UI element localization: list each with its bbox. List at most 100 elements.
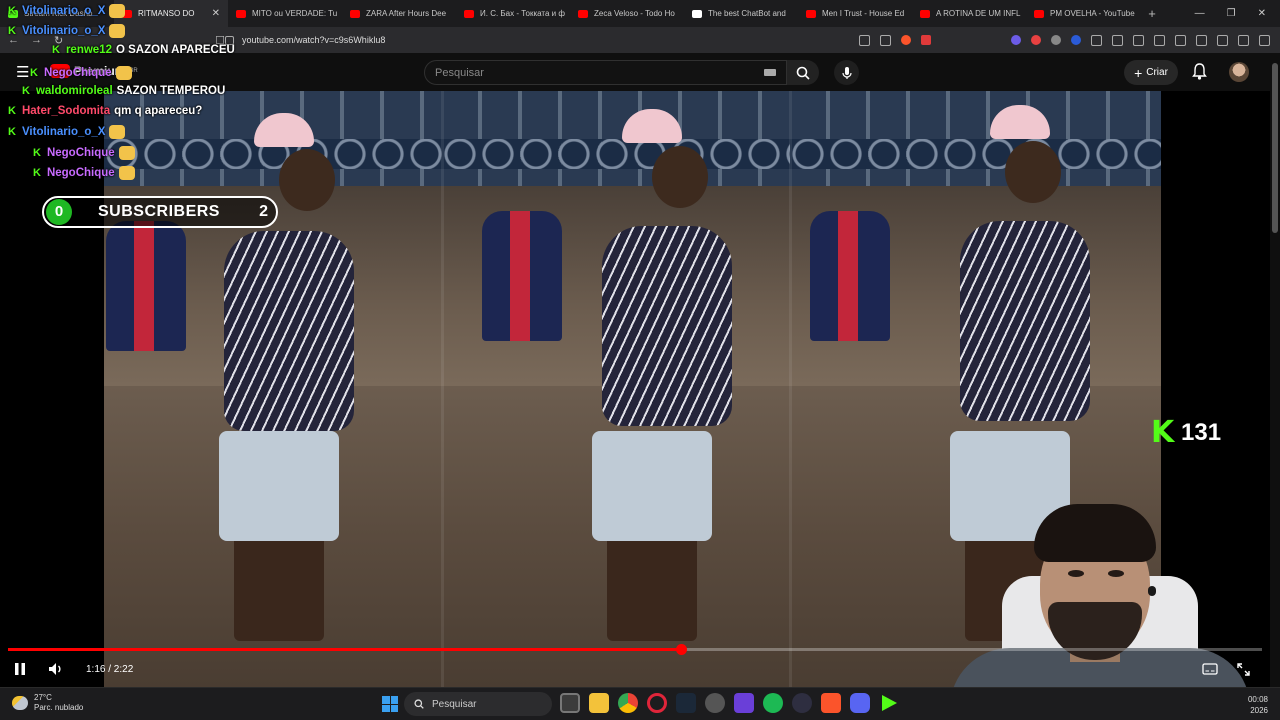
pause-icon	[15, 663, 25, 675]
search-icon	[796, 66, 810, 80]
system-clock[interactable]: 00:08 2026	[1248, 694, 1268, 716]
weather-temperature: 27°C	[34, 693, 52, 702]
chrome-icon[interactable]	[618, 693, 638, 713]
file-explorer-icon[interactable]	[589, 693, 609, 713]
app-grid-icon[interactable]	[734, 693, 754, 713]
brave-rewards-icon[interactable]	[921, 35, 931, 45]
weather-description: Parc. nublado	[34, 703, 84, 712]
screenshot-icon[interactable]	[1133, 34, 1144, 46]
extension-icon[interactable]	[1071, 35, 1081, 45]
search-box	[424, 60, 787, 85]
browser-tab[interactable]: ZARA After Hours Dee	[342, 0, 456, 27]
subs-goal-current: 0	[46, 199, 72, 225]
restore-icon[interactable]: ❐	[1227, 8, 1236, 19]
kick-badge-icon: K	[8, 126, 16, 138]
app-icon[interactable]	[792, 693, 812, 713]
chat-message: K NegoChique	[30, 66, 132, 80]
subtitles-button[interactable]	[1202, 660, 1218, 678]
chat-username: NegoChique	[46, 167, 115, 179]
close-window-icon[interactable]: ✕	[1258, 8, 1266, 19]
browser-tab[interactable]: A ROTINA DE UM INFL	[912, 0, 1026, 27]
minimize-icon[interactable]: —	[1195, 8, 1205, 19]
chat-text: O SAZON APARECEU	[115, 44, 235, 56]
task-view-icon[interactable]	[560, 693, 580, 713]
vpn-icon[interactable]	[1238, 34, 1249, 46]
keyboard-icon[interactable]	[764, 69, 776, 76]
leo-ai-icon[interactable]	[1217, 34, 1228, 46]
chat-message: K Vitolinario_o_X	[8, 24, 126, 38]
progress-played	[8, 648, 682, 651]
extension-icon[interactable]	[1031, 35, 1041, 45]
extension-icon[interactable]	[1091, 34, 1102, 46]
emote-icon	[109, 4, 126, 18]
browser-tab[interactable]: Men I Trust - House Ed	[798, 0, 912, 27]
time-display: 1:16 / 2:22	[86, 663, 134, 675]
cast-icon[interactable]	[859, 34, 870, 46]
partly-cloudy-icon	[12, 696, 28, 710]
viewer-count-widget: K 131	[1151, 418, 1221, 448]
clock-date: 2026	[1250, 706, 1268, 715]
sidebar-icon[interactable]	[1175, 34, 1186, 46]
kick-badge-icon: K	[22, 85, 30, 97]
tab-label: ZARA After Hours Dee	[366, 9, 447, 18]
browser-tab[interactable]: И. С. Бах - Токката и ф	[456, 0, 570, 27]
brave-shield-icon[interactable]	[901, 35, 911, 45]
menu-icon[interactable]	[1259, 34, 1270, 46]
notifications-bell-icon[interactable]	[1192, 63, 1207, 80]
start-button[interactable]	[382, 696, 398, 712]
media-icon[interactable]	[1154, 34, 1165, 46]
tab-label: И. С. Бах - Токката и ф	[480, 9, 565, 18]
share-icon[interactable]	[880, 34, 891, 46]
pause-button[interactable]	[14, 660, 26, 678]
chat-message: Krenwe12 O SAZON APARECEU	[52, 44, 235, 56]
browser-tab[interactable]: The best ChatBot and	[684, 0, 798, 27]
kick-app-icon[interactable]	[882, 695, 897, 711]
volume-icon	[49, 663, 61, 675]
create-button[interactable]: + Criar	[1124, 60, 1178, 85]
windows-taskbar: 27°C Parc. nublado Pesquisar 00:08 2026	[0, 687, 1280, 720]
chat-text: SAZON TEMPEROU	[116, 85, 226, 97]
tab-favicon-icon	[920, 9, 930, 18]
chat-username: Vitolinario_o_X	[21, 126, 106, 138]
extension-icon[interactable]	[1011, 35, 1021, 45]
chat-message: K Hater_Sodomita qm q apareceu?	[8, 105, 202, 117]
steam-icon[interactable]	[676, 693, 696, 713]
chat-username: Hater_Sodomita	[21, 105, 111, 117]
account-avatar[interactable]	[1229, 62, 1249, 82]
kick-badge-icon: K	[33, 167, 41, 179]
emote-icon	[118, 146, 135, 160]
chat-message: K NegoChique	[33, 166, 135, 180]
create-label: Criar	[1146, 67, 1168, 78]
fullscreen-button[interactable]	[1237, 660, 1250, 678]
spotify-icon[interactable]	[763, 693, 783, 713]
extension-icon[interactable]	[1051, 35, 1061, 45]
brave-icon[interactable]	[821, 693, 841, 713]
page-scrollbar[interactable]	[1270, 53, 1280, 687]
chat-username: waldomiroleal	[35, 85, 113, 97]
browser-tab[interactable]: Zeca Veloso - Todo Ho	[570, 0, 684, 27]
subtitles-icon	[1202, 663, 1218, 675]
opera-icon[interactable]	[647, 693, 667, 713]
clock-time: 00:08	[1247, 695, 1268, 704]
taskbar-search[interactable]: Pesquisar	[404, 692, 552, 716]
discord-icon[interactable]	[850, 693, 870, 713]
weather-widget[interactable]: 27°C Parc. nublado	[12, 693, 83, 713]
search-input[interactable]	[435, 66, 755, 79]
progress-bar[interactable]	[8, 644, 1262, 655]
tab-favicon-icon	[692, 9, 702, 18]
browser-tab[interactable]: PM OVELHA - YouTube	[1026, 0, 1140, 27]
subs-goal-label: SUBSCRIBERS	[98, 203, 220, 220]
obs-icon[interactable]	[705, 693, 725, 713]
volume-button[interactable]	[48, 660, 64, 678]
search-button[interactable]	[787, 60, 819, 85]
voice-search-button[interactable]	[834, 60, 859, 85]
tab-favicon-icon	[464, 9, 474, 18]
kick-badge-icon: K	[8, 25, 16, 37]
wallet-icon[interactable]	[1196, 34, 1207, 46]
stream-chat-overlay: K Vitolinario_o_X K Vitolinario_o_X Krenwe12…	[0, 0, 300, 190]
chat-message: K Vitolinario_o_X	[8, 125, 126, 139]
new-tab-button[interactable]: +	[1140, 6, 1164, 21]
extensions-puzzle-icon[interactable]	[1112, 34, 1123, 46]
emote-icon	[115, 66, 132, 80]
scrollbar-thumb[interactable]	[1272, 63, 1278, 233]
